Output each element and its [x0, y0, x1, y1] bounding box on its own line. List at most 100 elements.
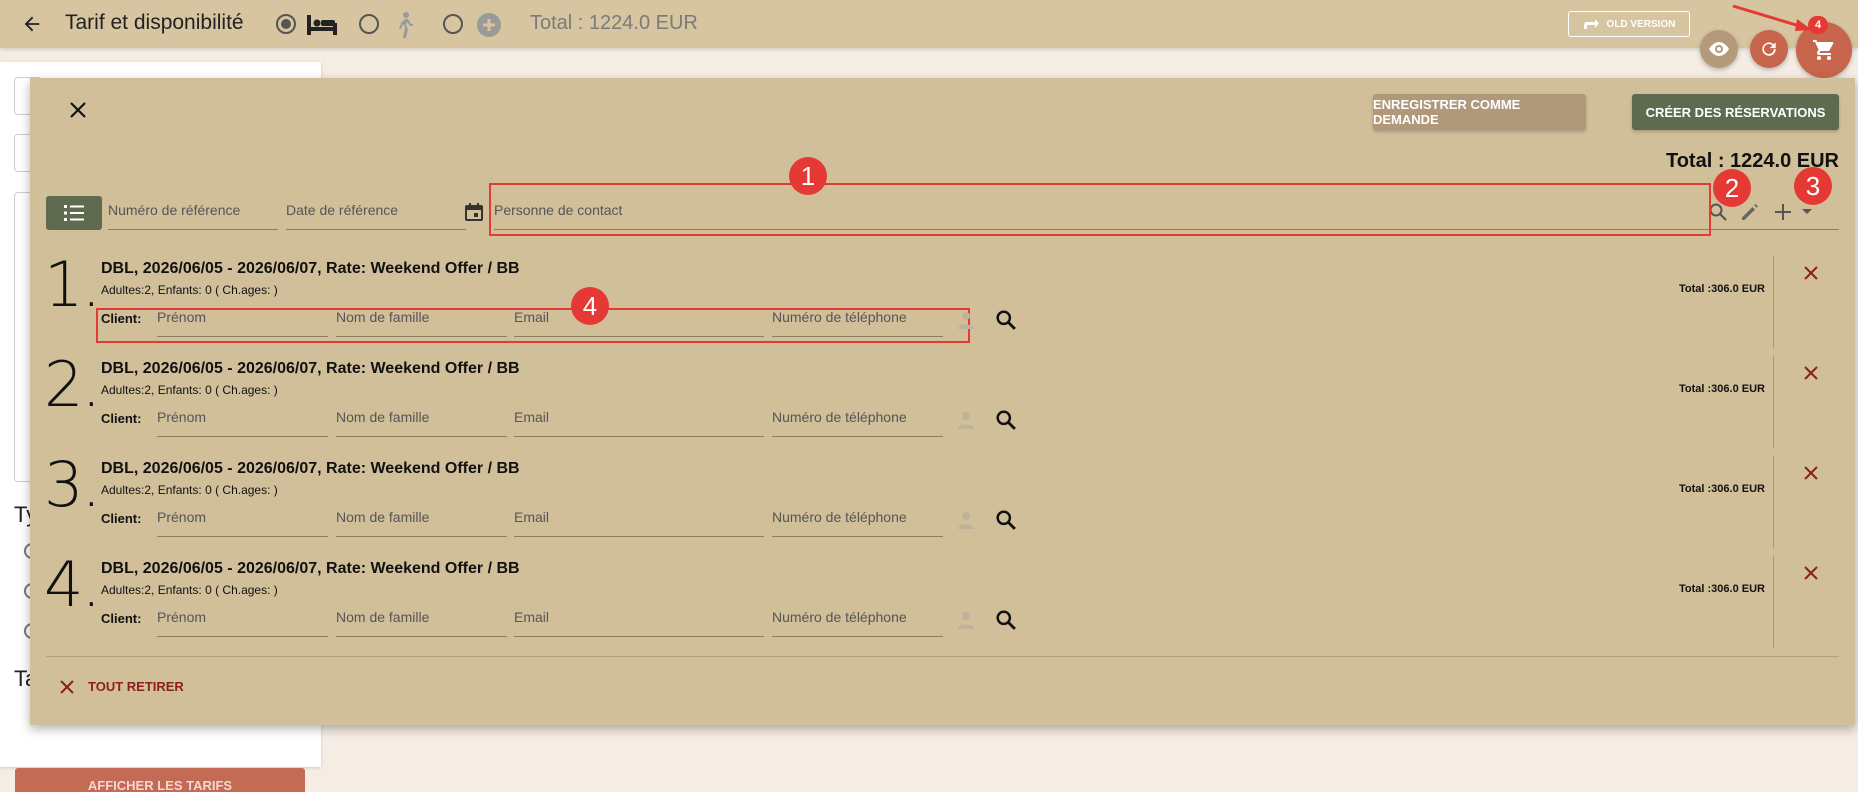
phone-input[interactable]: Numéro de téléphone	[772, 601, 943, 637]
old-version-label: OLD VERSION	[1606, 18, 1676, 30]
client-profile-button[interactable]	[954, 308, 978, 332]
type-radio-room[interactable]	[276, 14, 296, 34]
search-icon	[996, 610, 1016, 630]
cart-count-badge: 4	[1808, 16, 1828, 34]
reservation-number: 2.	[44, 348, 101, 421]
search-client-button[interactable]	[994, 308, 1018, 332]
contact-dropdown-button[interactable]	[1798, 200, 1816, 224]
reservation-total: Total :306.0 EUR	[1679, 283, 1765, 295]
last-name-input[interactable]: Nom de famille	[336, 501, 507, 537]
remove-all-button[interactable]: TOUT RETIRER	[60, 679, 184, 694]
remove-all-label: TOUT RETIRER	[88, 679, 184, 694]
reservation-guests: Adultes:2, Enfants: 0 ( Ch.ages: )	[101, 283, 278, 297]
add-contact-button[interactable]	[1771, 200, 1795, 224]
close-icon	[70, 102, 86, 118]
phone-input[interactable]: Numéro de téléphone	[772, 501, 943, 537]
panel-total: Total : 1224.0 EUR	[1665, 150, 1839, 172]
search-client-button[interactable]	[994, 608, 1018, 632]
close-icon	[1804, 266, 1818, 280]
last-name-input[interactable]: Nom de famille	[336, 401, 507, 437]
close-icon	[60, 679, 74, 694]
email-input[interactable]: Email	[514, 301, 764, 337]
walking-icon	[393, 11, 415, 44]
remove-reservation-button[interactable]	[1797, 259, 1825, 287]
save-as-request-button[interactable]: ENREGISTRER COMME DEMANDE	[1373, 94, 1586, 130]
contact-person-input[interactable]: Personne de contact	[494, 194, 1839, 230]
reference-date-input[interactable]: Date de référence	[286, 194, 466, 230]
search-icon	[996, 510, 1016, 530]
email-input[interactable]: Email	[514, 601, 764, 637]
search-icon	[1709, 203, 1727, 221]
search-contact-button[interactable]	[1706, 200, 1730, 224]
reservation-number: 3.	[44, 448, 101, 521]
show-rates-button: AFFICHER LES TARIFS	[15, 768, 305, 792]
remove-reservation-button[interactable]	[1797, 559, 1825, 587]
phone-input[interactable]: Numéro de téléphone	[772, 301, 943, 337]
reservation-total: Total :306.0 EUR	[1679, 483, 1765, 495]
preview-button[interactable]	[1700, 30, 1738, 68]
person-icon	[958, 612, 974, 629]
old-version-button[interactable]: OLD VERSION	[1568, 11, 1690, 37]
app-header: Tarif et disponibilité Total : 1224.0 EU…	[0, 0, 1858, 48]
email-input[interactable]: Email	[514, 401, 764, 437]
reservation-guests: Adultes:2, Enfants: 0 ( Ch.ages: )	[101, 483, 278, 497]
last-name-input[interactable]: Nom de famille	[336, 301, 507, 337]
cart-panel: ENREGISTRER COMME DEMANDE CRÉER DES RÉSE…	[30, 78, 1855, 725]
reservation-guests: Adultes:2, Enfants: 0 ( Ch.ages: )	[101, 583, 278, 597]
first-name-input[interactable]: Prénom	[157, 301, 328, 337]
date-picker-button[interactable]	[462, 200, 486, 224]
plus-icon	[1775, 204, 1791, 220]
reservation-number: 4.	[44, 548, 101, 621]
add-circle-icon	[476, 12, 502, 43]
close-icon	[1804, 366, 1818, 380]
refresh-icon	[1762, 42, 1776, 56]
type-radio-activity[interactable]	[359, 14, 379, 34]
client-profile-button[interactable]	[954, 508, 978, 532]
chevron-down-icon	[1802, 209, 1812, 214]
remove-reservation-button[interactable]	[1797, 459, 1825, 487]
arrow-back-icon	[24, 16, 40, 32]
first-name-input[interactable]: Prénom	[157, 601, 328, 637]
reservation-title: DBL, 2026/06/05 - 2026/06/07, Rate: Week…	[101, 560, 520, 577]
close-icon	[1804, 466, 1818, 480]
refresh-button[interactable]	[1750, 30, 1788, 68]
person-icon	[958, 412, 974, 429]
calendar-icon	[465, 203, 483, 221]
person-icon	[958, 312, 974, 329]
close-panel-button[interactable]	[63, 95, 93, 125]
phone-input[interactable]: Numéro de téléphone	[772, 401, 943, 437]
client-label: Client:	[101, 311, 142, 326]
annotation-badge-1: 1	[789, 157, 827, 195]
cart-icon	[1813, 40, 1834, 60]
edit-contact-button[interactable]	[1738, 200, 1762, 224]
email-input[interactable]: Email	[514, 501, 764, 537]
type-radio-extra[interactable]	[443, 14, 463, 34]
reservation-title: DBL, 2026/06/05 - 2026/06/07, Rate: Week…	[101, 360, 520, 377]
list-view-button[interactable]	[46, 196, 102, 230]
close-icon	[1804, 566, 1818, 580]
reference-number-input[interactable]: Numéro de référence	[108, 194, 278, 230]
client-label: Client:	[101, 411, 142, 426]
remove-reservation-button[interactable]	[1797, 359, 1825, 387]
search-icon	[996, 410, 1016, 430]
search-client-button[interactable]	[994, 408, 1018, 432]
last-name-input[interactable]: Nom de famille	[336, 601, 507, 637]
reservation-total: Total :306.0 EUR	[1679, 383, 1765, 395]
eye-icon	[1709, 42, 1729, 56]
search-client-button[interactable]	[994, 508, 1018, 532]
client-profile-button[interactable]	[954, 408, 978, 432]
reservation-title: DBL, 2026/06/05 - 2026/06/07, Rate: Week…	[101, 460, 520, 477]
pencil-icon	[1742, 204, 1758, 220]
create-reservations-button[interactable]: CRÉER DES RÉSERVATIONS	[1632, 94, 1839, 130]
row-divider	[1773, 256, 1774, 348]
client-profile-button[interactable]	[954, 608, 978, 632]
client-label: Client:	[101, 611, 142, 626]
first-name-input[interactable]: Prénom	[157, 401, 328, 437]
reservation-title: DBL, 2026/06/05 - 2026/06/07, Rate: Week…	[101, 260, 520, 277]
forward-arrow-icon	[1583, 19, 1599, 29]
page-title: Tarif et disponibilité	[65, 11, 244, 34]
first-name-input[interactable]: Prénom	[157, 501, 328, 537]
reservation-total: Total :306.0 EUR	[1679, 583, 1765, 595]
bed-icon	[305, 11, 339, 42]
back-button[interactable]	[18, 10, 46, 38]
